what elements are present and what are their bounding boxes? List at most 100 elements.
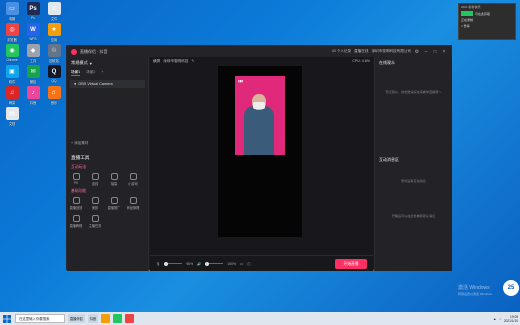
desktop-icon[interactable]: ★ 应用 [44, 23, 64, 42]
recording-notification[interactable]: 2021 新春快乐 可在此获取 正在录制 □ 暂停 [458, 3, 516, 40]
taskbar-app-companion[interactable]: 直播伴侣 [68, 314, 85, 323]
speaker-icon[interactable]: 🔊 [197, 262, 201, 266]
desktop-icon[interactable]: ✉ 微信 [23, 65, 43, 84]
desktop-app-icon: ★ [47, 23, 61, 36]
desktop-app-icon: ≡ [47, 2, 61, 15]
mic-volume-slider[interactable] [164, 261, 183, 266]
desktop-app-icon: ▭ [5, 2, 19, 15]
desktop-icon-label: 电脑 [8, 17, 16, 21]
desktop-icon[interactable]: ♪ 抖音 [23, 86, 43, 105]
desktop-icon[interactable]: ♫ 网易 [2, 86, 22, 105]
interact-title: 互动消息区 [379, 157, 399, 162]
scene-tabs: 场景1 场景2 + [67, 69, 148, 77]
microphone-icon[interactable]: 🎙 [156, 262, 160, 266]
tool-replay[interactable]: 直播回放 [68, 197, 84, 210]
tab-scene-1[interactable]: 场景1 [71, 70, 81, 76]
add-source-button[interactable]: + 添加素材 [71, 141, 88, 146]
gift-icon [110, 173, 118, 180]
slider-knob[interactable] [205, 261, 210, 266]
maximize-icon[interactable]: □ [432, 49, 438, 55]
tool-label: 商品管理 [126, 206, 140, 210]
settings-icon[interactable]: ⚙ [414, 49, 420, 55]
watermark-line2: 转到设置以激活 Windows [458, 292, 493, 296]
desktop-icon-label: 浏览器 [7, 38, 17, 42]
camera-feed[interactable]: ▮▮▮ [235, 76, 285, 155]
desktop-icon-label: 网易 [8, 101, 16, 105]
taskbar-app-douyin[interactable]: 抖音 [87, 314, 99, 323]
desktop-icon-label: QQ [51, 79, 57, 83]
close-icon[interactable]: × [441, 49, 447, 55]
tool-label: 直播回放 [69, 206, 83, 210]
cpu-stats: CPU: 4.6% [352, 59, 370, 63]
desktop-icon[interactable]: ▭ 电脑 [2, 2, 22, 21]
desktop-app-icon: ◆ [26, 44, 40, 57]
app-icon[interactable] [125, 314, 135, 323]
tab-scene-2[interactable]: 场景2 [86, 70, 95, 76]
mic-volume-value: 96% [186, 261, 194, 266]
tool-beauty[interactable]: 美颜 [87, 197, 103, 210]
orientation-toggle[interactable]: 横屏 [153, 59, 160, 64]
replay-icon [72, 197, 80, 204]
minimize-icon[interactable]: – [423, 49, 429, 55]
desktop-icon[interactable]: ◆ 工具 [23, 44, 43, 63]
stream-canvas[interactable]: ▮▮▮ [218, 66, 302, 237]
topbar-record[interactable]: 43 个人记录 [332, 49, 351, 54]
clock[interactable]: 19:05 2021/1/10 [504, 315, 518, 323]
topbar-online[interactable]: 直播在线 [354, 49, 368, 54]
topbar-company[interactable]: 深圳市惠明科技有限公司 [371, 49, 411, 54]
folder-icon[interactable] [101, 314, 111, 323]
edit-icon[interactable]: ✎ [191, 59, 194, 63]
desktop-app-icon: W [26, 23, 40, 36]
taskbar: 在这里输入你要搜索 直播伴侣 抖音 ▲ ♪ 19:05 2021/1/10 [0, 312, 520, 325]
desktop-icon[interactable]: W WPS [23, 23, 43, 41]
tool-label: 直播教程 [69, 224, 83, 228]
slider-knob[interactable] [164, 261, 169, 266]
desktop-icon[interactable]: Ps Ps [23, 2, 43, 20]
camera-icon: ● [74, 82, 77, 86]
book-icon [72, 215, 80, 222]
record-icon[interactable]: ▭ [240, 262, 243, 266]
windows-start-icon[interactable] [2, 314, 12, 324]
tool-products[interactable]: 商品管理 [125, 197, 141, 210]
desktop-icon-label: 抖音 [29, 101, 37, 105]
speaker-volume-slider[interactable] [205, 261, 224, 266]
tool-pk[interactable]: PK [68, 173, 84, 185]
clock-date: 2021/1/10 [503, 318, 518, 323]
live-companion-window: 直播伴侣 · 抖音 43 个人记录 直播在线 深圳市惠明科技有限公司 ⚙ – □… [66, 45, 452, 271]
mode-selector[interactable]: 常规模式 ▾ [67, 57, 148, 69]
desktop-icon[interactable]: ▣ 软件 [2, 65, 22, 84]
preview-area: 横屏 深圳市惠明科技 ✎ CPU: 4.6% ▮▮▮ 🎙 96% 🔊 100% … [150, 57, 373, 271]
desktop-app-icon: ◉ [5, 44, 19, 57]
tool-promote[interactable]: 直播推广 [106, 197, 122, 210]
network-icon[interactable]: ▲ [493, 317, 496, 321]
volume-icon[interactable]: ♪ [499, 317, 501, 321]
desktop-icon[interactable]: ◎ 浏览器 [2, 23, 22, 42]
source-label: OBS Virtual Camera [78, 82, 113, 86]
chrome-icon[interactable] [113, 314, 123, 323]
desktop-app-icon: Q [47, 65, 61, 78]
taskbar-search-input[interactable]: 在这里输入你要搜索 [15, 314, 65, 323]
tool-link[interactable]: 连线 [87, 173, 103, 186]
tool-tasks[interactable]: 主播任务 [87, 215, 103, 228]
tool-game[interactable]: 小游戏 [125, 173, 141, 186]
section-assist: 基础功能 [71, 189, 87, 193]
system-tray: ▲ ♪ 19:05 2021/1/10 [493, 312, 518, 325]
preview-toolbar: 横屏 深圳市惠明科技 ✎ CPU: 4.6% [150, 57, 373, 65]
tool-luckybag[interactable]: 福袋 [106, 173, 122, 186]
camera-toggle-icon[interactable]: ◫ [247, 262, 250, 266]
desktop-icon[interactable]: ◉ Chrome [2, 44, 22, 62]
desktop-icon[interactable]: ♲ 回收站 [44, 44, 64, 63]
add-scene-button[interactable]: + [101, 70, 103, 76]
notification-line3[interactable]: □ 暂停 [461, 24, 470, 28]
desktop-icon[interactable]: ≡ 文件 [44, 2, 64, 21]
tool-tutorial[interactable]: 直播教程 [68, 215, 84, 228]
desktop-icon[interactable]: ♬ 音乐 [44, 86, 64, 105]
desktop-icon-label: 文件 [50, 17, 58, 21]
beauty-icon [91, 197, 99, 204]
mode-label: 常规模式 [71, 60, 88, 65]
go-live-button[interactable]: 开始直播 [335, 259, 367, 269]
source-item[interactable]: ● OBS Virtual Camera [70, 80, 145, 88]
desktop-icon[interactable]: ▤ 文档 [2, 107, 22, 126]
desktop-icon[interactable]: Q QQ [44, 65, 64, 83]
scene-panel: 常规模式 ▾ 场景1 场景2 + ● OBS Virtual Camera + … [67, 57, 149, 271]
